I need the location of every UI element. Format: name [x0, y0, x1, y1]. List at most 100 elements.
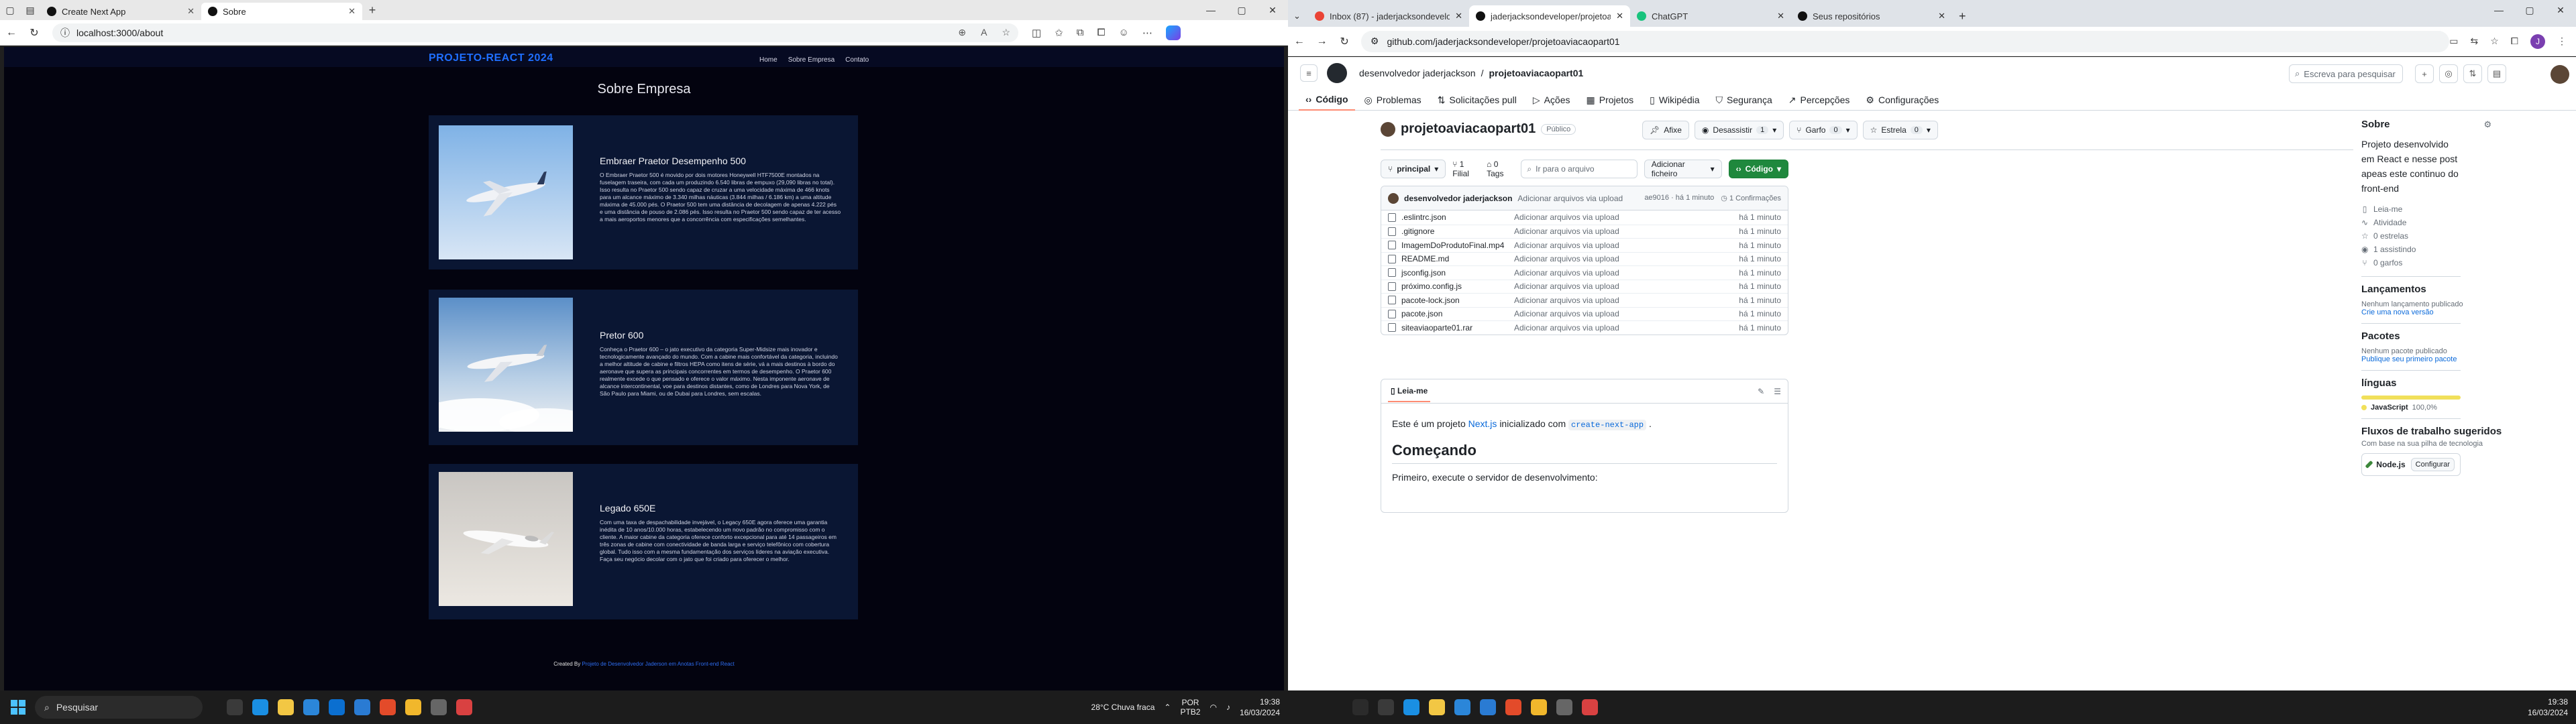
repo-owner-link[interactable]: desenvolvedor jaderjackson — [1359, 68, 1476, 78]
create-release-link[interactable]: Crie uma nova versão — [2361, 308, 2576, 316]
nav-link-contato[interactable]: Contato — [845, 56, 869, 64]
create-next-app-link[interactable]: create-next-app — [1568, 420, 1647, 430]
file-name[interactable]: ImagemDoProdutoFinal.mp4 — [1401, 241, 1514, 250]
tab-code[interactable]: ‹› Código — [1299, 89, 1355, 111]
tab-wiki[interactable]: ▯ Wikipédia — [1643, 89, 1706, 111]
tab-create-next-app[interactable]: Create Next App ✕ — [40, 3, 201, 20]
minimize-icon[interactable]: — — [1195, 0, 1226, 20]
branch-selector[interactable]: ⑂ principal ▾ — [1381, 160, 1446, 178]
copilot-icon[interactable] — [1165, 25, 1181, 40]
inbox-icon[interactable]: ▤ — [2487, 64, 2506, 83]
maximize-icon[interactable]: ▢ — [1226, 0, 1257, 20]
file-row[interactable]: ImagemDoProdutoFinal.mp4 Adicionar arquiv… — [1381, 238, 1788, 252]
language-item[interactable]: JavaScript 100,0% — [2361, 404, 2576, 412]
readme-link[interactable]: ▯ Leia-me — [2361, 202, 2576, 216]
branches-link[interactable]: ⑂ 1 Filial — [1452, 160, 1480, 178]
code-button[interactable]: ‹› Código ▾ — [1728, 160, 1789, 178]
readme-tab[interactable]: ▯ Leia-me — [1388, 381, 1431, 402]
wifi-icon[interactable]: ◠ — [1210, 703, 1216, 712]
go-to-file-input[interactable]: ⌕ Ir para o arquivo — [1521, 160, 1638, 178]
edge-app-icon[interactable] — [1403, 699, 1419, 715]
outline-icon[interactable]: ☰ — [1774, 387, 1781, 396]
zoom-icon[interactable]: ⊕ — [958, 27, 966, 38]
bookmark-icon[interactable]: ☆ — [2490, 36, 2499, 47]
tab-gmail[interactable]: Inbox (87) - jaderjacksondevelop ✕ — [1308, 5, 1469, 27]
github-search[interactable]: ⌕ Escreva para pesquisar — [2289, 64, 2403, 83]
refresh-icon[interactable]: ↻ — [1333, 30, 1356, 53]
file-commit-message[interactable]: Adicionar arquivos via upload — [1514, 268, 1727, 278]
file-explorer-icon[interactable] — [278, 699, 294, 715]
file-row[interactable]: README.md Adicionar arquivos via upload há… — [1381, 251, 1788, 266]
file-name[interactable]: README.md — [1401, 254, 1514, 263]
close-tab-icon[interactable]: ✕ — [1938, 11, 1945, 21]
repo-title-name[interactable]: projetoaviacaopart01 — [1401, 121, 1536, 137]
profile-icon[interactable]: ☺ — [1119, 27, 1129, 38]
windows-start-icon[interactable] — [11, 700, 25, 715]
file-name[interactable]: jsconfig.json — [1401, 268, 1514, 278]
close-tab-icon[interactable]: ✕ — [348, 6, 356, 17]
tab-repositories[interactable]: Seus repositórios ✕ — [1791, 5, 1952, 27]
tab-chatgpt[interactable]: ChatGPT ✕ — [1630, 5, 1791, 27]
clock[interactable]: 19:38 16/03/2024 — [1240, 697, 1280, 718]
close-tab-icon[interactable]: ✕ — [1777, 11, 1784, 21]
file-commit-message[interactable]: Adicionar arquivos via upload — [1514, 227, 1727, 236]
github-app-icon[interactable] — [1556, 699, 1572, 715]
favorites-icon[interactable]: ✩ — [1055, 27, 1063, 39]
volume-icon[interactable]: ♪ — [1226, 703, 1230, 712]
workspaces-icon[interactable]: ▢ — [0, 0, 20, 20]
file-name[interactable]: pacote-lock.json — [1401, 296, 1514, 305]
file-row[interactable]: pacote-lock.json Adicionar arquivos via u… — [1381, 293, 1788, 307]
edge-app-icon[interactable] — [252, 699, 268, 715]
user-avatar[interactable] — [2551, 65, 2569, 84]
minimize-icon[interactable]: — — [2483, 0, 2514, 20]
file-commit-message[interactable]: Adicionar arquivos via upload — [1514, 241, 1727, 250]
file-name[interactable]: próximo.config.js — [1401, 282, 1514, 291]
file-commit-message[interactable]: Adicionar arquivos via upload — [1514, 309, 1727, 318]
watchers-link[interactable]: ◉ 1 assistindo — [2361, 243, 2576, 256]
refresh-icon[interactable]: ↻ — [23, 21, 46, 44]
translate-icon[interactable]: ⇆ — [2471, 36, 2479, 47]
mail-app-icon[interactable] — [303, 699, 319, 715]
file-commit-message[interactable]: Adicionar arquivos via upload — [1514, 282, 1727, 291]
tab-projects[interactable]: ▦ Projetos — [1580, 89, 1641, 111]
vscode-app-icon[interactable] — [354, 699, 370, 715]
add-file-button[interactable]: Adicionar ficheiro ▾ — [1644, 160, 1722, 178]
tab-actions-icon[interactable]: ▤ — [20, 0, 40, 20]
file-row[interactable]: pacote.json Adicionar arquivos via upload… — [1381, 306, 1788, 321]
profile-avatar[interactable]: J — [2530, 34, 2545, 49]
file-row[interactable]: .gitignore Adicionar arquivos via upload h… — [1381, 224, 1788, 239]
file-name[interactable]: .gitignore — [1401, 227, 1514, 236]
menu-icon[interactable]: ≡ — [1300, 64, 1318, 82]
close-tab-icon[interactable]: ✕ — [1455, 11, 1462, 21]
file-commit-message[interactable]: Adicionar arquivos via upload — [1514, 213, 1727, 222]
packages-title[interactable]: Pacotes — [2361, 330, 2576, 342]
tab-search-icon[interactable]: ⌄ — [1288, 5, 1308, 27]
task-view-icon[interactable] — [1378, 699, 1394, 715]
publish-package-link[interactable]: Publique seu primeiro pacote — [2361, 355, 2576, 363]
file-row[interactable]: .eslintrc.json Adicionar arquivos via upl… — [1381, 210, 1788, 225]
weather-widget[interactable]: 28°C Chuva fraca — [1091, 703, 1155, 712]
tab-github-repo[interactable]: jaderjacksondeveloper/projetoav ✕ — [1469, 5, 1630, 27]
close-window-icon[interactable]: ✕ — [1257, 0, 1288, 20]
forward-icon[interactable]: → — [1311, 30, 1334, 53]
app-icon[interactable] — [1582, 699, 1598, 715]
chevron-up-icon[interactable]: ⌃ — [1164, 703, 1171, 712]
file-row[interactable]: siteaviaoparte01.rar Adicionar arquivos v… — [1381, 320, 1788, 335]
commit-message[interactable]: Adicionar arquivos via upload — [1517, 194, 1623, 203]
chrome-app-icon[interactable] — [1531, 699, 1547, 715]
close-window-icon[interactable]: ✕ — [2545, 0, 2576, 20]
pin-button[interactable]: 📌︎ Afixe — [1642, 121, 1689, 139]
file-name[interactable]: .eslintrc.json — [1401, 213, 1514, 222]
maximize-icon[interactable]: ▢ — [2514, 0, 2545, 20]
chrome-app-icon[interactable] — [405, 699, 421, 715]
file-row[interactable]: próximo.config.js Adicionar arquivos via … — [1381, 279, 1788, 294]
tab-pull-requests[interactable]: ⇅ Solicitações pull — [1431, 89, 1523, 111]
activity-link[interactable]: ∿ Atividade — [2361, 216, 2576, 229]
split-screen-icon[interactable]: ◫ — [1032, 27, 1041, 39]
commit-author[interactable]: desenvolvedor jaderjackson — [1404, 194, 1512, 203]
watch-button[interactable]: ◉ Desassistir 1 ▾ — [1694, 121, 1784, 139]
repo-name-link[interactable]: projetoaviacaopart01 — [1489, 68, 1583, 78]
collections-icon[interactable]: ⧉ — [1077, 27, 1084, 38]
tab-settings[interactable]: ⚙ Configurações — [1859, 89, 1945, 111]
edit-icon[interactable]: ✎ — [1758, 387, 1764, 396]
